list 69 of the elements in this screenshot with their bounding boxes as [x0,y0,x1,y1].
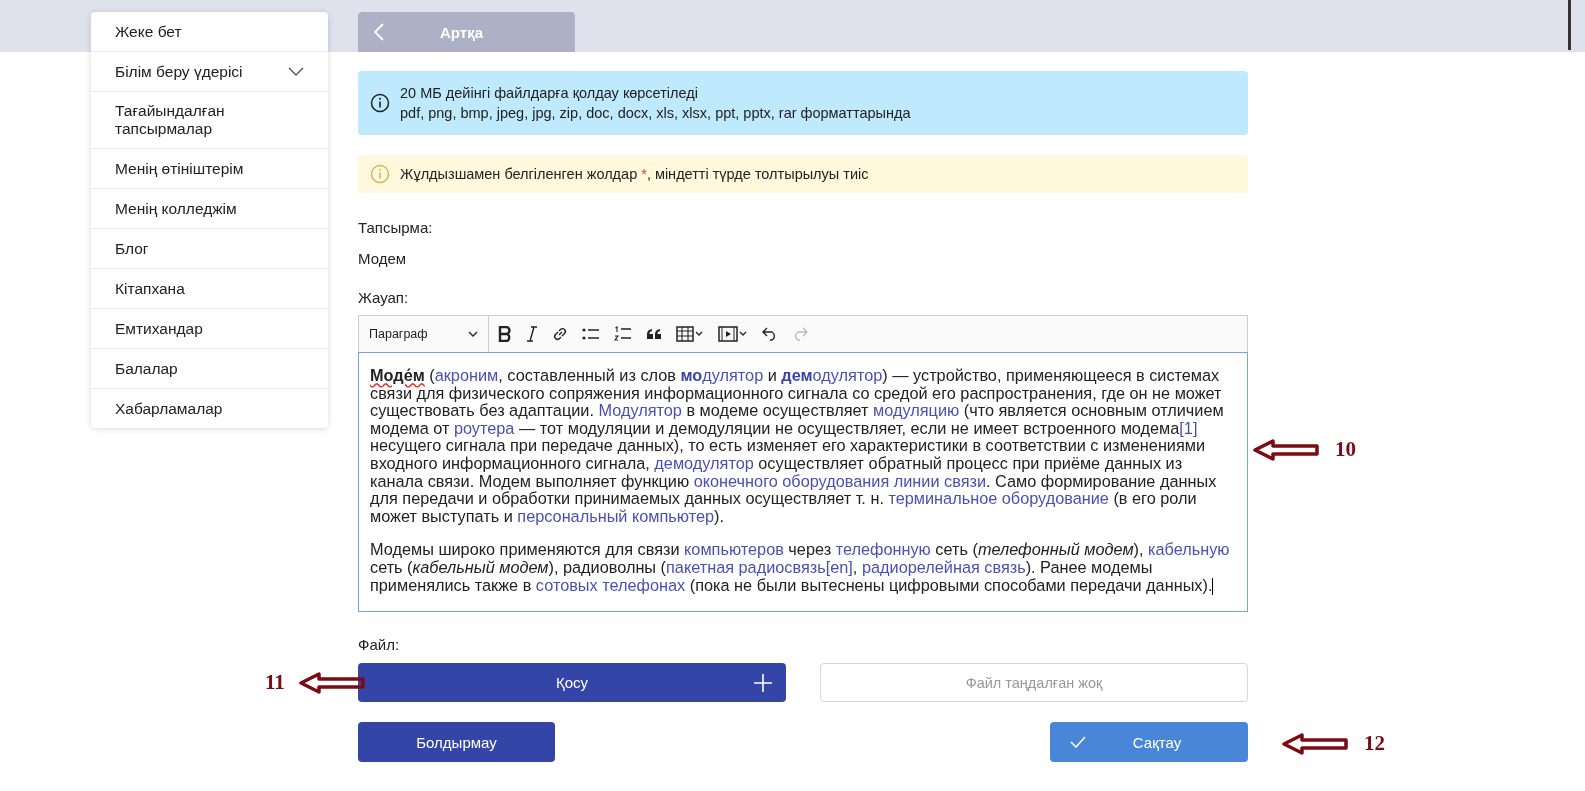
chevron-down-icon [288,66,304,77]
notice-text: 20 МБ дейінгі файлдарға қолдау көрсетіледі [400,84,699,103]
link[interactable]: терминальное оборудование [888,489,1109,508]
redo-icon [792,327,808,341]
link[interactable]: оконечного оборудования линии связи [693,471,986,490]
check-icon [1070,736,1086,748]
table-icon [676,326,704,342]
file-name-field: Файл таңдалған жоқ [820,663,1248,702]
bulleted-list-icon [582,327,600,341]
scrollbar[interactable] [1568,0,1571,50]
sidebar-item[interactable]: Емтихандар [91,309,328,349]
annotation-number: 12 [1364,731,1385,756]
link[interactable]: дем [781,366,813,384]
undo-icon [762,327,778,341]
media-icon [718,326,748,342]
sidebar-item[interactable]: Менің колледжім [91,189,328,229]
field-label: Жауап: [358,289,410,306]
save-button[interactable]: Сақтау [1050,722,1248,762]
sidebar-item[interactable]: Балалар [91,349,328,389]
link[interactable]: персональный компьютер [517,506,715,525]
link[interactable]: компьютеров [684,540,784,559]
annotation-number: 11 [265,670,285,695]
answer-editor[interactable] [358,352,1248,612]
field-label: Тапсырма: [358,219,434,236]
link[interactable]: сотовых телефонах [535,575,686,594]
sidebar-item[interactable]: Жеке бет [91,12,328,52]
format-dropdown[interactable]: Параграф [359,316,489,352]
arrow-icon [1282,731,1350,756]
link[interactable]: одулятор [812,366,883,384]
link[interactable]: Модулятор [598,401,682,420]
answer-paragraph: Моде́м (акроним, составленный из слов модулятор и демодулятор) — устройство, применяющееся в системах связи для физического сопряжения информационного сигнала со средой его распространения, где он не может существовать без адаптации. Модулятор в модеме осуществляет модуляцию (что является основным отличием модема от роутера — тот модуляции и демодуляции не осуществляет, если не имеет встроенного модема[1] несущего сигнала при передаче данных), то есть изменяет его характеристики в соответствии с изменениями входного информационного сигнала, демодулятор осуществляет обратный процесс при приёме данных из канала связи. Модем выполняет функцию оконечного оборудования линии связи. Само формирование данных для передачи и обработки принимаемых данных осуществляет т. н. терминальное оборудование (в его роли может выступать и персональный компьютер). [370,367,1225,526]
link[interactable]: мо [680,366,703,384]
info-icon [370,164,390,184]
link[interactable]: радиорелейная связь [861,557,1026,576]
chevron-left-icon [374,23,384,41]
arrow-icon [298,670,367,695]
link[interactable]: [en] [825,557,853,576]
link[interactable]: акроним [434,366,499,384]
bold-icon [498,326,512,342]
quote-icon [646,328,662,340]
chevron-down-icon [468,331,478,337]
link[interactable]: дулятор [702,366,764,384]
arrow-icon [1253,437,1321,462]
task-value: Модем [358,250,408,267]
sidebar-item[interactable]: Блог [91,229,328,269]
link[interactable]: [1] [1179,418,1198,437]
link[interactable]: кабельную [1148,540,1230,559]
link-icon [552,326,568,342]
sidebar-item[interactable]: Кітапхана [91,269,328,309]
answer-paragraph: Модемы широко применяются для связи компьютеров через телефонную сеть (телефонный модем), кабельную сеть (кабельный модем), радиоволны (пакетная радиосвязь[en], радиорелейная связь). Ранее модемы применялись также в сотовых телефонах (пока не были вытеснены цифровыми способами передачи данных). [370,541,1231,595]
annotation-number: 10 [1335,437,1356,462]
italic-icon [526,326,538,342]
link[interactable]: пакетная радиосвязь [666,557,826,576]
plus-icon [754,673,772,692]
link[interactable]: демодулятор [654,453,754,472]
notice-text: pdf, png, bmp, jpeg, jpg, zip, doc, docx, xls, xlsx, ppt, pptx, rar форматтарында [400,104,911,123]
sidebar-item[interactable]: Білім беру үдерісі [91,52,328,92]
notice-text: Жұлдызшамен белгіленген жолдар *, міндетті түрде толтырылуы тиіс [400,166,869,182]
link[interactable]: телефонную [835,540,931,559]
numbered-list-icon [614,326,632,342]
link[interactable]: роутера [453,418,515,437]
field-label: Файл: [358,636,401,653]
sidebar-item[interactable]: Хабарламалар [91,389,328,428]
sidebar-item[interactable]: Тағайындалған тапсырмалар [91,92,328,149]
cancel-button[interactable]: Болдырмау [358,722,555,762]
sidebar-item[interactable]: Менің өтініштерім [91,149,328,189]
add-file-button[interactable]: Қосу [358,663,786,702]
info-icon [370,93,390,113]
link[interactable]: модуляцию [873,401,960,420]
